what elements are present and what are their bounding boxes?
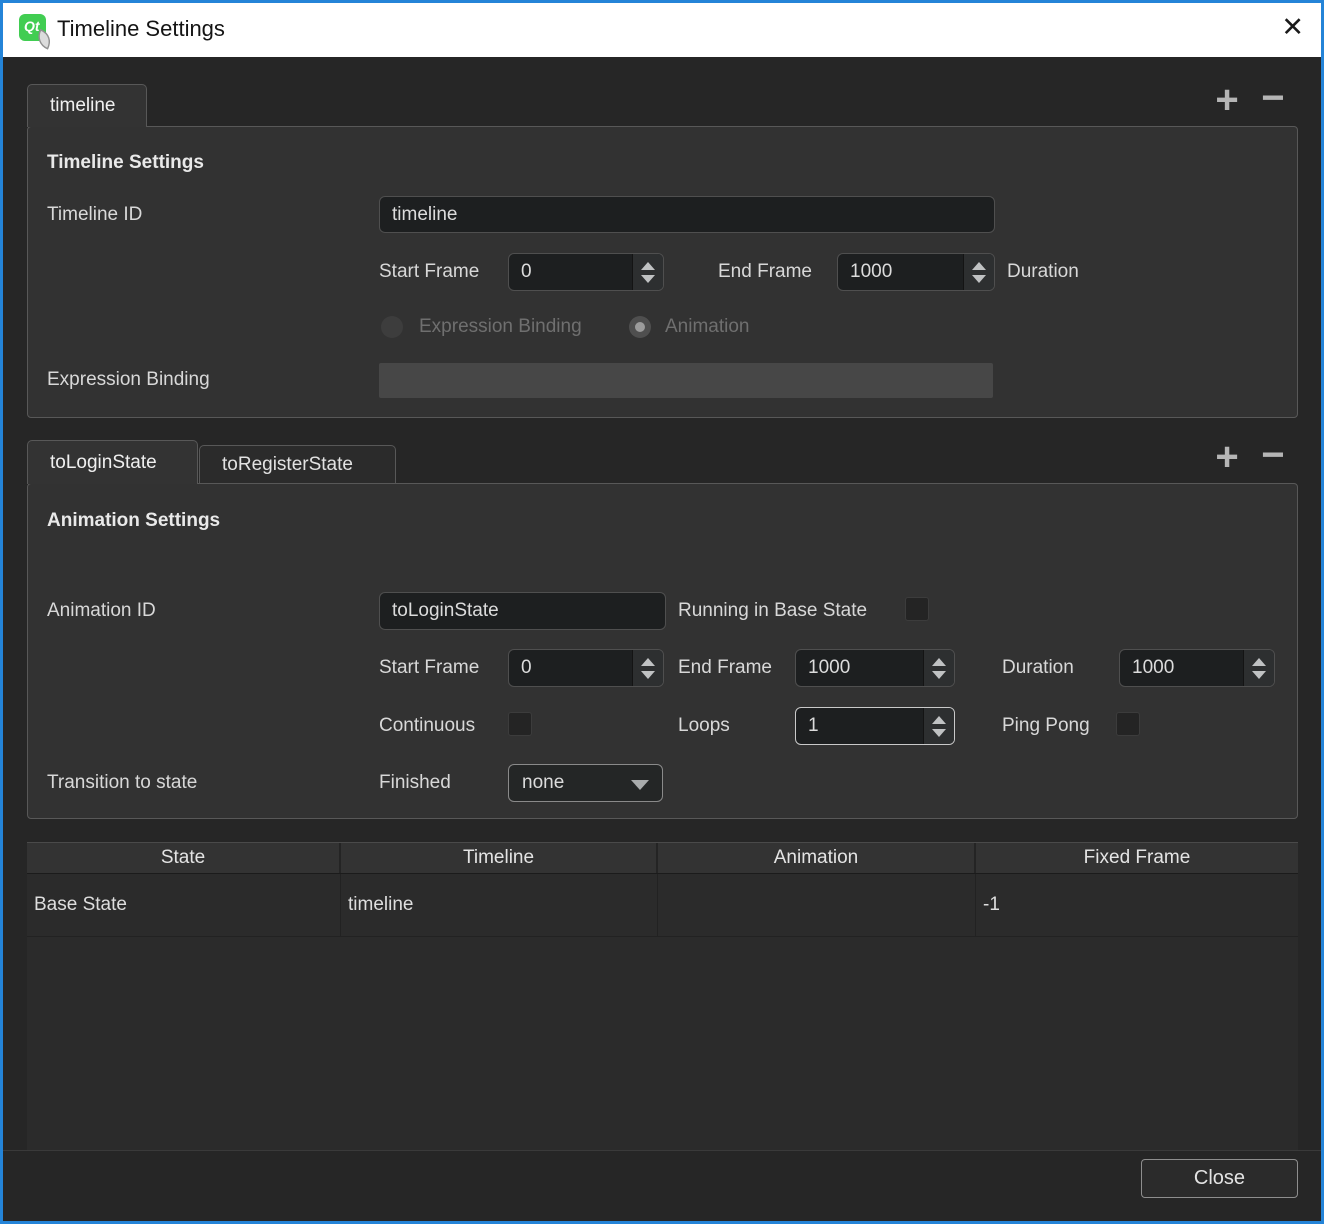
spinner-buttons[interactable] — [632, 650, 663, 686]
tab-timeline-label: timeline — [50, 95, 115, 117]
add-timeline-button[interactable]: + — [1207, 81, 1247, 121]
anim-end-frame-label: End Frame — [678, 649, 772, 687]
spin-down-icon[interactable] — [932, 729, 946, 737]
spin-down-icon[interactable] — [641, 275, 655, 283]
finished-state-value: none — [522, 765, 564, 801]
tab-timeline[interactable]: timeline — [27, 84, 147, 127]
timeline-settings-heading: Timeline Settings — [47, 152, 204, 174]
remove-timeline-button[interactable]: − — [1253, 79, 1293, 119]
title-bar: Qt Timeline Settings ✕ — [0, 0, 1324, 57]
duration-label: Duration — [1007, 253, 1079, 291]
anim-start-frame-spinbox[interactable]: 0 — [508, 649, 664, 687]
anim-end-frame-value[interactable]: 1000 — [808, 650, 850, 686]
animation-id-label: Animation ID — [47, 592, 156, 630]
timeline-id-label: Timeline ID — [47, 196, 142, 234]
spin-up-icon[interactable] — [641, 262, 655, 270]
continuous-checkbox[interactable] — [508, 712, 532, 736]
cell-animation — [658, 874, 976, 936]
state-table: State Timeline Animation Fixed Frame Bas… — [27, 842, 1298, 1150]
end-frame-spinbox[interactable]: 1000 — [837, 253, 995, 291]
close-window-icon[interactable]: ✕ — [1281, 0, 1304, 57]
spin-down-icon[interactable] — [972, 275, 986, 283]
footer-divider — [3, 1150, 1321, 1151]
anim-duration-spinbox[interactable]: 1000 — [1119, 649, 1275, 687]
tab-tologinstate[interactable]: toLoginState — [27, 440, 198, 484]
expression-binding-radio[interactable] — [381, 316, 403, 338]
spinner-buttons[interactable] — [1243, 650, 1274, 686]
loops-spinbox[interactable]: 1 — [795, 707, 955, 745]
anim-end-frame-spinbox[interactable]: 1000 — [795, 649, 955, 687]
cell-timeline: timeline — [341, 874, 658, 936]
end-frame-value[interactable]: 1000 — [850, 254, 892, 290]
column-header-state[interactable]: State — [27, 843, 341, 873]
loops-label: Loops — [678, 707, 730, 745]
ping-pong-label: Ping Pong — [1002, 707, 1090, 745]
animation-id-input[interactable] — [379, 592, 666, 630]
anim-start-frame-value[interactable]: 0 — [521, 650, 532, 686]
timeline-id-input[interactable] — [379, 196, 995, 233]
column-header-fixed-frame[interactable]: Fixed Frame — [976, 843, 1298, 873]
end-frame-label: End Frame — [718, 253, 812, 291]
tab-tologinstate-label: toLoginState — [50, 452, 157, 474]
start-frame-spinbox[interactable]: 0 — [508, 253, 664, 291]
start-frame-value[interactable]: 0 — [521, 254, 532, 290]
transition-to-state-label: Transition to state — [47, 764, 197, 802]
tab-toregisterstate-label: toRegisterState — [222, 454, 353, 476]
animation-radio-label: Animation — [665, 308, 750, 346]
loops-value[interactable]: 1 — [808, 708, 819, 744]
expression-binding-input — [379, 363, 993, 398]
animation-radio[interactable] — [629, 316, 651, 338]
spin-up-icon[interactable] — [641, 658, 655, 666]
ping-pong-checkbox[interactable] — [1116, 712, 1140, 736]
running-in-base-state-label: Running in Base State — [678, 592, 867, 630]
running-in-base-state-checkbox[interactable] — [905, 597, 929, 621]
state-table-header: State Timeline Animation Fixed Frame — [27, 842, 1298, 874]
spin-up-icon[interactable] — [932, 658, 946, 666]
chevron-down-icon — [631, 780, 649, 790]
expression-binding-radio-label: Expression Binding — [419, 308, 582, 346]
spinner-buttons[interactable] — [923, 650, 954, 686]
add-animation-button[interactable]: + — [1207, 438, 1247, 478]
cell-fixed-frame: -1 — [976, 874, 1298, 936]
spin-down-icon[interactable] — [1252, 671, 1266, 679]
spin-up-icon[interactable] — [1252, 658, 1266, 666]
cell-state: Base State — [27, 874, 341, 936]
column-header-timeline[interactable]: Timeline — [341, 843, 658, 873]
start-frame-label: Start Frame — [379, 253, 479, 291]
spin-up-icon[interactable] — [972, 262, 986, 270]
spinner-buttons[interactable] — [963, 254, 994, 290]
anim-duration-value[interactable]: 1000 — [1132, 650, 1174, 686]
finished-label: Finished — [379, 764, 451, 802]
column-header-animation[interactable]: Animation — [658, 843, 976, 873]
remove-animation-button[interactable]: − — [1253, 436, 1293, 476]
close-button[interactable]: Close — [1141, 1159, 1298, 1198]
anim-duration-label: Duration — [1002, 649, 1074, 687]
anim-start-frame-label: Start Frame — [379, 649, 479, 687]
spin-up-icon[interactable] — [932, 716, 946, 724]
spinner-buttons[interactable] — [923, 708, 954, 744]
tab-toregisterstate[interactable]: toRegisterState — [199, 445, 396, 483]
animation-settings-heading: Animation Settings — [47, 510, 220, 532]
continuous-label: Continuous — [379, 707, 475, 745]
table-row[interactable]: Base State timeline -1 — [27, 874, 1298, 937]
finished-state-dropdown[interactable]: none — [508, 764, 663, 802]
spin-down-icon[interactable] — [641, 671, 655, 679]
window-title: Timeline Settings — [57, 0, 225, 57]
spin-down-icon[interactable] — [932, 671, 946, 679]
expression-binding-label: Expression Binding — [47, 361, 210, 399]
spinner-buttons[interactable] — [632, 254, 663, 290]
timeline-settings-dialog: Qt Timeline Settings ✕ timeline + − Time… — [0, 0, 1324, 1224]
qt-design-studio-icon: Qt — [19, 14, 46, 41]
